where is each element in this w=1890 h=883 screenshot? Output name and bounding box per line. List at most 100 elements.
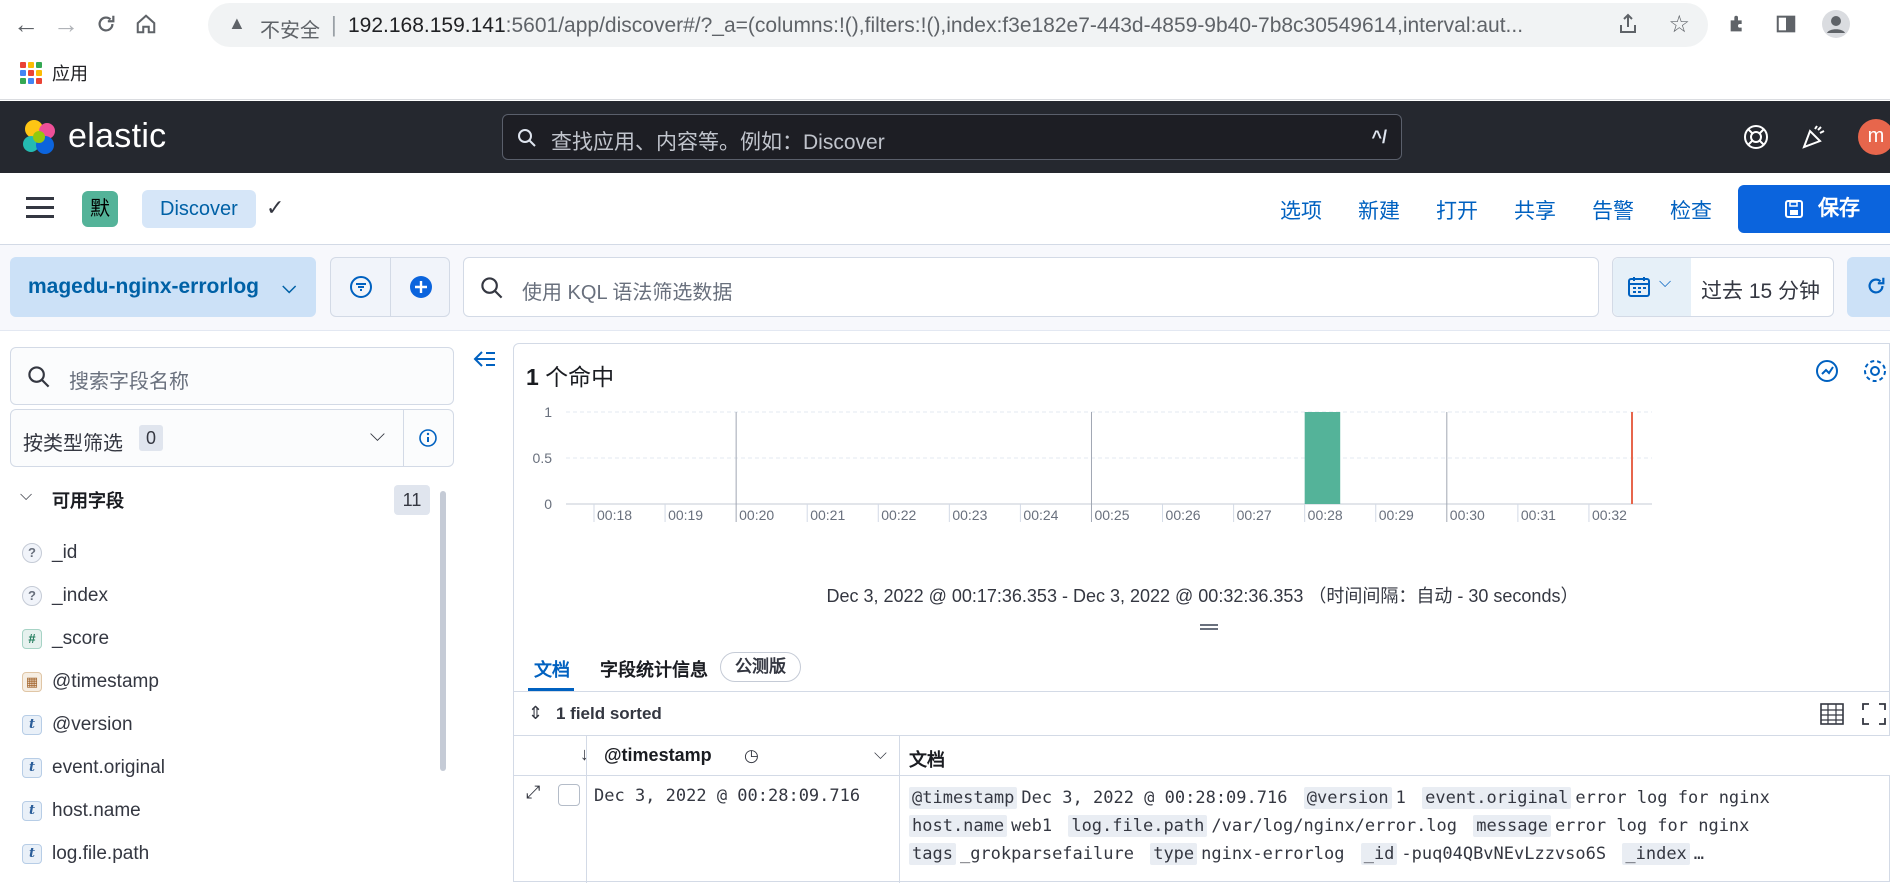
field-item[interactable]: t log.file.path — [22, 832, 442, 875]
info-icon — [419, 429, 437, 447]
menu-share[interactable]: 共享 — [1514, 195, 1556, 225]
doc-field-value: Dec 3, 2022 @ 00:28:09.716 — [1021, 788, 1288, 808]
doc-field-key: @version — [1303, 787, 1392, 809]
profile-icon[interactable] — [1818, 6, 1854, 42]
kql-placeholder: 使用 KQL 语法筛选数据 — [522, 282, 733, 304]
doc-field-value: web1 — [1011, 816, 1053, 836]
reload-icon[interactable] — [88, 6, 124, 42]
back-icon[interactable]: ← — [8, 6, 44, 42]
hit-count-number: 1 — [526, 364, 539, 390]
expand-icon[interactable]: ⤢ — [526, 782, 540, 803]
collapse-sidebar-icon[interactable] — [472, 348, 498, 372]
tab-field-statistics[interactable]: 字段统计信息 — [600, 656, 708, 682]
search-icon — [518, 129, 536, 147]
forward-icon[interactable]: → — [48, 6, 84, 42]
field-item[interactable]: # _score — [22, 617, 442, 660]
y-tick-label: 0 — [544, 496, 552, 512]
bookmark-apps-label: 应用 — [52, 64, 88, 84]
density-icon[interactable] — [1820, 703, 1844, 730]
share-icon[interactable] — [1616, 12, 1640, 41]
add-filter-icon[interactable] — [391, 258, 451, 316]
column-header-timestamp[interactable]: @timestamp — [604, 745, 712, 766]
cell-timestamp: Dec 3, 2022 @ 00:28:09.716 — [594, 786, 861, 806]
doc-field-value: error log for nginx — [1575, 788, 1770, 808]
home-icon[interactable] — [128, 6, 164, 42]
field-item[interactable]: ▦ @timestamp — [22, 660, 442, 703]
available-fields-title: 可用字段 — [52, 491, 124, 511]
hamburger-menu-icon[interactable] — [26, 195, 54, 219]
address-bar[interactable]: ▲ 不安全 | 192.168.159.141:5601/app/discove… — [208, 3, 1708, 47]
chart-options-icon[interactable] — [1814, 358, 1840, 389]
menu-inspect[interactable]: 检查 — [1670, 195, 1712, 225]
sort-icon[interactable]: ⇕ — [528, 703, 543, 724]
doc-field-key: log.file.path — [1068, 815, 1208, 837]
field-item[interactable]: t @version — [22, 703, 442, 746]
field-search-placeholder: 搜索字段名称 — [69, 371, 189, 393]
filter-by-type-button[interactable]: 按类型筛选 0 ⌵ — [10, 409, 404, 467]
field-list-scrollbar[interactable] — [440, 491, 446, 771]
sorted-fields-label[interactable]: 1 field sorted — [556, 704, 662, 724]
tab-documents[interactable]: 文档 — [534, 656, 570, 682]
global-search[interactable]: 查找应用、内容等。例如：Discover ^/ — [502, 114, 1402, 160]
x-tick-label: 00:30 — [1450, 507, 1485, 523]
refresh-button[interactable] — [1847, 257, 1890, 317]
histogram-chart[interactable]: 0 0.5 1 00:18 00:19 00:20 00:21 00:22 00:23 00:24… — [514, 404, 1890, 524]
field-sidebar: 搜索字段名称 按类型筛选 0 ⌵ ⌵ 可用字段 11 ? _id? _index # _… — [0, 331, 470, 882]
menu-alerts[interactable]: 告警 — [1592, 195, 1634, 225]
extensions-icon[interactable] — [1720, 6, 1756, 42]
help-icon[interactable] — [1738, 119, 1774, 155]
resize-handle[interactable] — [1200, 624, 1218, 630]
field-item[interactable]: ? _index — [22, 574, 442, 617]
row-checkbox[interactable] — [558, 784, 580, 806]
field-name: _score — [52, 627, 110, 649]
clock-icon: ◷ — [744, 746, 759, 765]
space-avatar[interactable]: 默 — [82, 191, 118, 227]
field-search-input[interactable]: 搜索字段名称 — [10, 347, 454, 405]
doc-field-value: error log for nginx — [1554, 816, 1750, 836]
doc-field-key: _id — [1360, 843, 1398, 865]
kql-query-input[interactable]: 使用 KQL 语法筛选数据 — [463, 257, 1599, 317]
doc-field-value: nginx-errorlog — [1201, 844, 1345, 864]
doc-field-key: event.original — [1422, 787, 1572, 809]
column-header-document[interactable]: 文档 — [909, 746, 945, 772]
histogram-bar — [1304, 412, 1341, 504]
available-fields-header[interactable]: ⌵ 可用字段 11 — [20, 485, 430, 515]
user-avatar[interactable]: m — [1858, 119, 1890, 155]
gear-icon[interactable] — [1862, 358, 1888, 389]
insecure-label: 不安全 — [260, 20, 320, 42]
x-tick-label: 00:23 — [952, 507, 987, 523]
field-info-button[interactable] — [404, 409, 454, 467]
doc-field-value: _grokparsefailure — [959, 844, 1134, 864]
x-tick-label: 00:21 — [810, 507, 845, 523]
elastic-logo-icon — [23, 119, 55, 154]
available-fields-count: 11 — [394, 485, 430, 515]
time-picker[interactable]: ⌵ 过去 15 分钟 — [1612, 257, 1834, 317]
star-icon[interactable]: ☆ — [1668, 10, 1690, 39]
chevron-down-icon: ⌵ — [1659, 274, 1672, 291]
cell-document: @timestamp Dec 3, 2022 @ 00:28:09.716 @ve… — [909, 784, 1890, 868]
menu-open[interactable]: 打开 — [1436, 195, 1478, 225]
menu-new[interactable]: 新建 — [1358, 195, 1400, 225]
save-button[interactable]: 保存 — [1738, 185, 1890, 233]
field-item[interactable]: t event.original — [22, 746, 442, 789]
sidepanel-icon[interactable] — [1768, 6, 1804, 42]
field-item[interactable]: ? _id — [22, 531, 442, 574]
url-text: 192.168.159.141:5601/app/discover#/?_a=(… — [348, 14, 1678, 38]
url-host: 192.168.159.141 — [348, 14, 506, 37]
beta-badge: 公测版 — [720, 652, 801, 682]
data-view-picker[interactable]: magedu-nginx-errorlog ⌵ — [10, 257, 316, 317]
discover-main-panel: 1 个命中 0 0.5 1 00:18 00:19 00:20 00:21 00:22 00:2… — [513, 343, 1890, 883]
sort-descending-icon[interactable]: ↓ — [580, 744, 589, 765]
hit-count-label: 个命中 — [538, 364, 615, 390]
filter-menu-icon[interactable] — [331, 258, 391, 316]
bookmark-apps[interactable]: 应用 — [20, 60, 88, 86]
news-feed-icon[interactable] — [1796, 119, 1832, 155]
fullscreen-icon[interactable] — [1862, 703, 1886, 730]
breadcrumb-discover[interactable]: Discover — [142, 190, 256, 228]
quick-menu-button[interactable]: ⌵ — [1613, 258, 1691, 316]
elastic-logo[interactable]: elastic — [20, 117, 166, 156]
field-item[interactable]: t host.name — [22, 789, 442, 832]
app-menu-bar: 默 Discover ✓ 选项 新建 打开 共享 告警 检查 保存 — [0, 173, 1890, 245]
chevron-down-icon[interactable]: ⌵ — [874, 744, 887, 764]
menu-options[interactable]: 选项 — [1280, 195, 1322, 225]
